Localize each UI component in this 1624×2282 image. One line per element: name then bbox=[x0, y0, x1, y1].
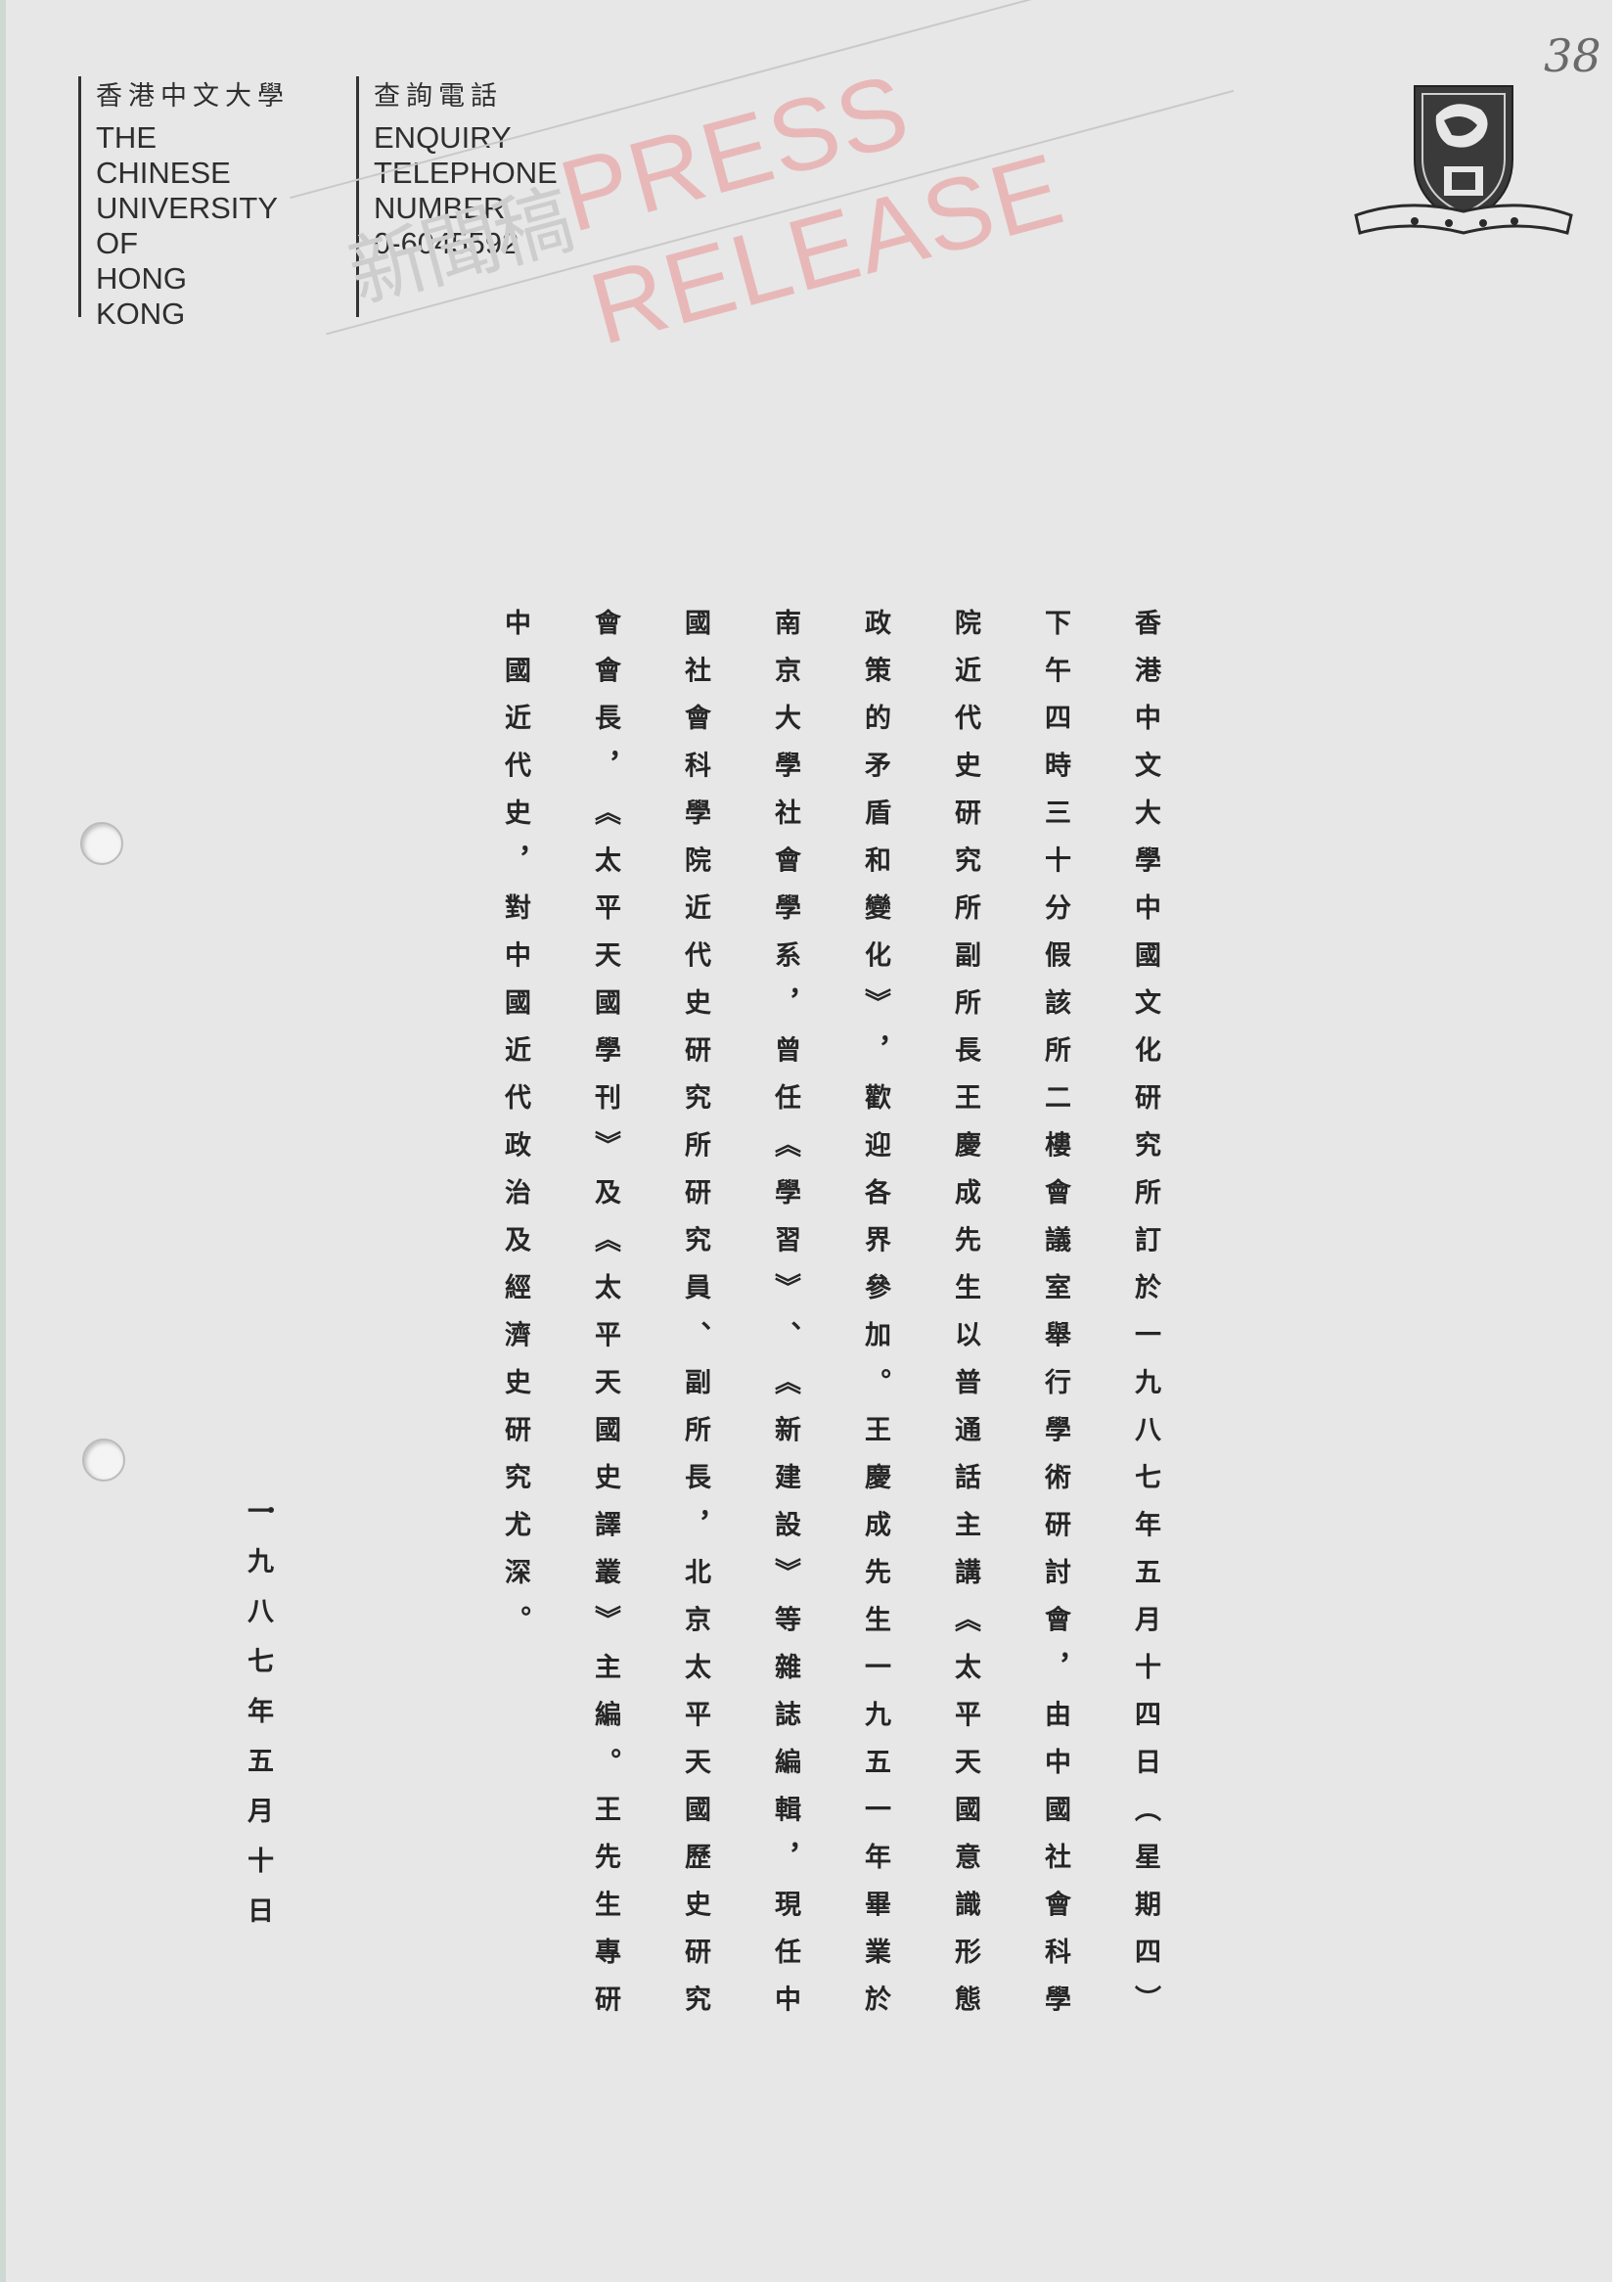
punch-hole bbox=[80, 822, 123, 865]
university-name-line: THE bbox=[96, 120, 157, 155]
university-name-block: 香港中文大學 THE CHINESE UNIVERSITY OF HONG KO… bbox=[96, 74, 290, 332]
press-release-body: 香港中文大學中國文化研究所訂於一九八七年五月十四日（星期四）下午四時三十分假該所… bbox=[500, 609, 1160, 2032]
stamp-text-en: PRESS RELEASE bbox=[549, 52, 1076, 367]
university-name-line: CHINESE bbox=[96, 156, 231, 190]
university-name-en: THE CHINESE UNIVERSITY OF HONG KONG bbox=[96, 120, 290, 332]
press-release-page: 38 香港中文大學 THE CHINESE UNIVERSITY OF HONG… bbox=[0, 0, 1612, 2282]
punch-hole bbox=[82, 1438, 125, 1482]
page-number: 38 bbox=[1544, 29, 1601, 82]
university-crest-icon bbox=[1354, 85, 1573, 235]
university-name-line: HONG bbox=[96, 261, 187, 296]
university-name-line: KONG bbox=[96, 297, 186, 331]
press-release-stamp: 新聞稿 PRESS RELEASE bbox=[273, 0, 1236, 367]
university-name-line: OF bbox=[96, 226, 139, 260]
header-rule-left bbox=[78, 76, 81, 317]
university-name-line: UNIVERSITY bbox=[96, 191, 279, 225]
university-name-zh: 香港中文大學 bbox=[96, 81, 290, 112]
release-date: 一九八七年五月十日 bbox=[243, 1497, 273, 1946]
